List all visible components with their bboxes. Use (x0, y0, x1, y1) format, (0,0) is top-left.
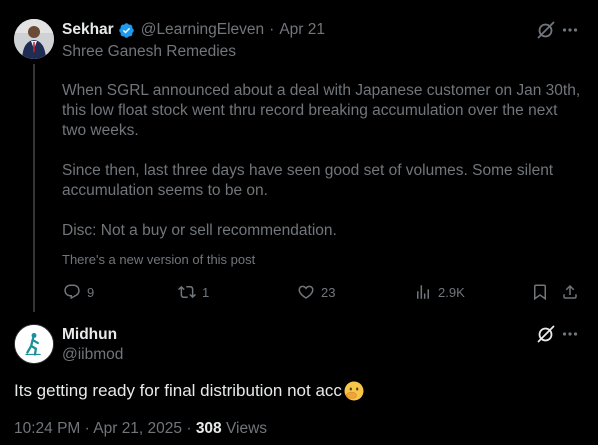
more-icon[interactable] (560, 324, 580, 344)
grok-icon[interactable] (536, 20, 556, 40)
bookmark-button[interactable] (531, 281, 549, 303)
post-paragraph-3: Disc: Not a buy or sell recommendation. (62, 222, 337, 239)
bookmark-icon (534, 284, 546, 301)
more-icon[interactable] (560, 20, 580, 40)
post-views-count: 308 (195, 420, 222, 437)
reply-text: Its getting ready for final distribution… (14, 379, 365, 403)
author-handle[interactable]: @iibmod (62, 345, 123, 365)
avatar-image (15, 325, 53, 363)
reply-count: 9 (87, 284, 95, 300)
grok-icon[interactable] (536, 324, 556, 344)
post-date[interactable]: Apr 21 (279, 20, 325, 40)
share-icon (563, 284, 577, 299)
post-paragraph-1: When SGRL announced about a deal with Ja… (62, 82, 581, 139)
post-subtitle: Shree Ganesh Remedies (62, 43, 237, 60)
post-meta-line: 10:24 PM · Apr 21, 2025 · 308 Views (14, 419, 267, 439)
author-handle[interactable]: @LearningEleven (141, 20, 264, 40)
verified-badge-icon[interactable] (118, 22, 135, 39)
post-views-label: Views (221, 420, 268, 437)
like-count: 23 (321, 284, 336, 300)
author-display-name[interactable]: Midhun (62, 325, 117, 345)
repost-count: 1 (202, 284, 210, 300)
repost-button[interactable]: 1 (178, 281, 209, 303)
analytics-icon (417, 285, 429, 299)
heart-icon (298, 285, 314, 299)
avatar-image (14, 19, 54, 59)
post-action-bar: 9 1 23 2.9K (0, 281, 598, 303)
repost-icon (178, 285, 196, 299)
post-timestamp[interactable]: 10:24 PM · Apr 21, 2025 · (14, 420, 196, 437)
post-thread-view: Sekhar @LearningEleven · Apr 21 Shree Ga… (0, 0, 598, 445)
post-paragraph-2: Since then, last three days have seen go… (62, 162, 554, 199)
thread-connector-line (33, 64, 35, 312)
views-count: 2.9K (438, 284, 465, 300)
new-version-notice[interactable]: There's a new version of this post (62, 252, 255, 268)
face-with-hand-over-mouth-emoji (344, 381, 364, 401)
reply-button[interactable]: 9 (63, 281, 94, 303)
separator-dot: · (269, 21, 275, 38)
avatar-midhun[interactable] (14, 324, 54, 364)
like-button[interactable]: 23 (297, 281, 335, 303)
reply-icon (64, 284, 80, 300)
share-button[interactable] (561, 281, 579, 303)
avatar-sekhar[interactable] (14, 19, 54, 59)
post-header: Sekhar @LearningEleven · Apr 21 (62, 20, 325, 40)
reply-text-content: Its getting ready for final distribution… (14, 381, 342, 400)
author-display-name[interactable]: Sekhar (62, 20, 114, 40)
views-button[interactable]: 2.9K (414, 281, 465, 303)
